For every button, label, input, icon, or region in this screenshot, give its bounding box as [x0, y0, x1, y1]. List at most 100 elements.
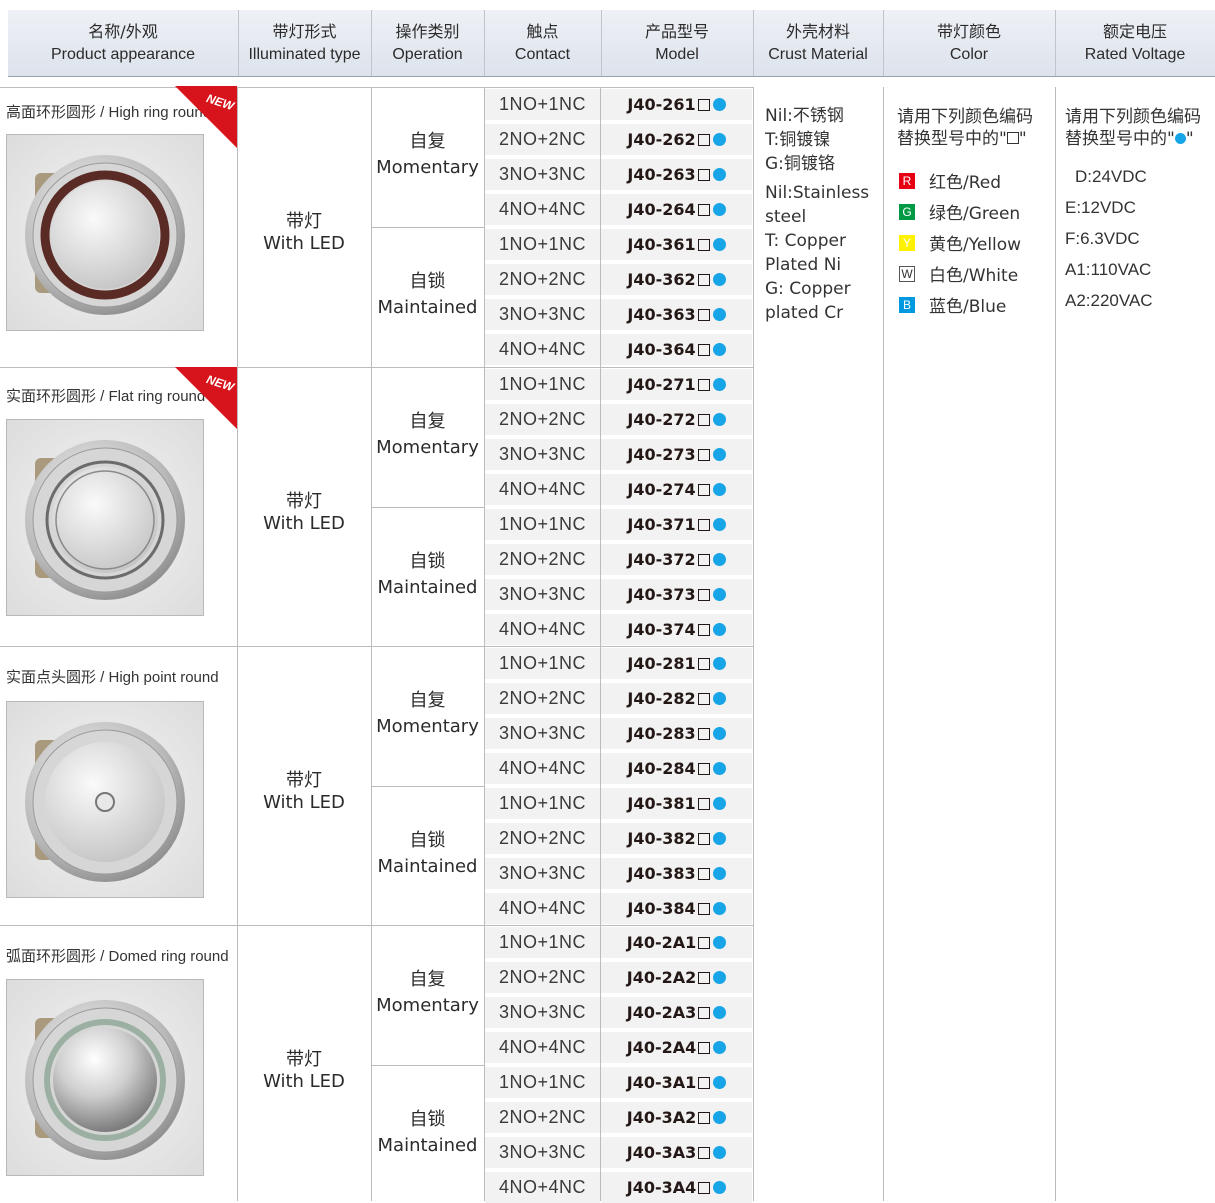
dot-placeholder-icon — [713, 936, 727, 949]
model-number: J40-264 — [627, 200, 696, 219]
model-cell: J40-2A2 — [601, 962, 752, 993]
model-cell: J40-264 — [601, 194, 752, 225]
model-number: J40-384 — [627, 899, 696, 918]
model-number: J40-2A2 — [626, 968, 697, 987]
contact-cell: 4NO+4NC — [485, 1172, 600, 1203]
square-placeholder-icon — [697, 273, 710, 286]
model-number: J40-374 — [627, 620, 696, 639]
dot-placeholder-icon — [713, 1041, 727, 1054]
operation-type: 自锁 Maintained — [377, 1109, 478, 1156]
square-placeholder-icon — [697, 448, 710, 461]
contact-cell: 1NO+1NC — [485, 1067, 600, 1098]
header-en: Color — [949, 46, 989, 63]
square-placeholder-icon — [697, 518, 710, 531]
product-photo — [6, 134, 204, 331]
header-cell: 额定电压 Rated Voltage — [1055, 10, 1215, 76]
model-cell: J40-274 — [601, 474, 752, 505]
square-placeholder-icon — [697, 203, 710, 216]
color-option: B 蓝色/Blue — [897, 289, 1055, 320]
model-cell: J40-263 — [601, 159, 752, 190]
square-placeholder-icon — [697, 867, 710, 880]
model-cell: J40-283 — [601, 718, 752, 749]
dot-placeholder-icon — [712, 797, 726, 810]
operation-rule — [371, 786, 484, 787]
contact-cell: 2NO+2NC — [485, 683, 600, 714]
material-line: Nil:不锈钢 — [765, 106, 844, 126]
contact-cell: 4NO+4NC — [485, 1032, 600, 1063]
model-cell: J40-2A4 — [601, 1032, 752, 1063]
model-cell: J40-371 — [601, 509, 752, 540]
model-cell: J40-383 — [601, 858, 752, 889]
header-separator — [1055, 10, 1056, 76]
color-option: Y 黄色/Yellow — [897, 227, 1055, 258]
dot-placeholder-icon — [712, 483, 726, 496]
group-rule — [0, 646, 753, 647]
dot-placeholder-icon — [712, 413, 726, 426]
square-placeholder-icon — [698, 1111, 711, 1124]
square-placeholder-icon — [697, 308, 710, 321]
square-placeholder-icon — [697, 343, 710, 356]
column-rule — [883, 87, 884, 1201]
model-cell: J40-281 — [601, 648, 752, 679]
voltage-option: D:24VDC — [1075, 167, 1147, 186]
color-chip: G — [899, 203, 915, 220]
model-cell: J40-261 — [601, 89, 752, 120]
header-zh: 名称/外观 — [88, 22, 158, 41]
color-intro: 请用下列颜色编码 替换型号中的" " — [897, 107, 1033, 149]
color-label: 蓝色/Blue — [929, 297, 1007, 317]
square-placeholder-icon — [697, 832, 710, 845]
header-separator — [238, 10, 239, 76]
color-chip: B — [899, 296, 915, 313]
header-divider — [8, 76, 1215, 77]
operation-type: 自复 Momentary — [376, 131, 479, 178]
square-placeholder-icon — [697, 727, 710, 740]
model-cell: J40-2A3 — [601, 997, 752, 1028]
model-cell: J40-3A2 — [601, 1102, 752, 1133]
model-number: J40-3A3 — [626, 1143, 697, 1162]
contact-cell: 4NO+4NC — [485, 334, 600, 365]
model-cell: J40-364 — [601, 334, 752, 365]
model-cell: J40-3A3 — [601, 1137, 752, 1168]
material-line: Nil:Stainless — [765, 183, 870, 203]
voltage-option: E:12VDC — [1065, 198, 1136, 217]
contact-cell: 1NO+1NC — [485, 648, 600, 679]
dot-placeholder-icon — [712, 203, 726, 216]
model-cell: J40-374 — [601, 614, 752, 645]
color-chip: W — [899, 265, 915, 282]
column-rule — [753, 87, 754, 1201]
square-placeholder-icon — [697, 657, 710, 670]
header-en: Crust Material — [768, 46, 868, 63]
operation-type: 自复 Momentary — [376, 969, 479, 1016]
color-option: W 白色/White — [897, 258, 1055, 289]
rated-voltage-list: 请用下列颜色编码 替换型号中的" " D:24VDC E:12VDC F:6.3VDC… — [1065, 106, 1215, 316]
model-cell: J40-373 — [601, 579, 752, 610]
material-line: T:铜镀镍 — [765, 130, 831, 150]
material-line: Plated Ni — [765, 255, 842, 275]
model-number: J40-262 — [627, 130, 696, 149]
color-label: 红色/Red — [929, 173, 1002, 193]
model-number: J40-383 — [627, 864, 696, 883]
model-number: J40-283 — [627, 724, 696, 743]
square-placeholder-icon — [697, 797, 710, 810]
dot-placeholder-icon — [712, 832, 726, 845]
square-placeholder-icon — [698, 1006, 711, 1019]
header-en: Operation — [392, 46, 463, 63]
header-cell: 带灯颜色 Color — [883, 10, 1055, 76]
operation-type: 自锁 Maintained — [377, 271, 478, 318]
model-number: J40-2A3 — [626, 1003, 697, 1022]
model-number: J40-3A4 — [626, 1178, 697, 1197]
new-badge-icon: NEW — [175, 86, 237, 148]
header-separator — [484, 10, 485, 76]
square-placeholder-icon — [698, 1181, 711, 1194]
voltage-option: A1:110VAC — [1065, 260, 1152, 279]
square-placeholder-icon — [698, 936, 711, 949]
product-photo — [6, 979, 204, 1176]
operation-type: 自锁 Maintained — [377, 830, 478, 877]
square-placeholder-icon — [697, 133, 710, 146]
contact-cell: 3NO+3NC — [485, 439, 600, 470]
model-number: J40-372 — [627, 550, 696, 569]
square-placeholder-icon — [697, 378, 710, 391]
group-rule — [0, 367, 753, 368]
model-cell: J40-361 — [601, 229, 752, 260]
dot-placeholder-icon — [712, 133, 726, 146]
